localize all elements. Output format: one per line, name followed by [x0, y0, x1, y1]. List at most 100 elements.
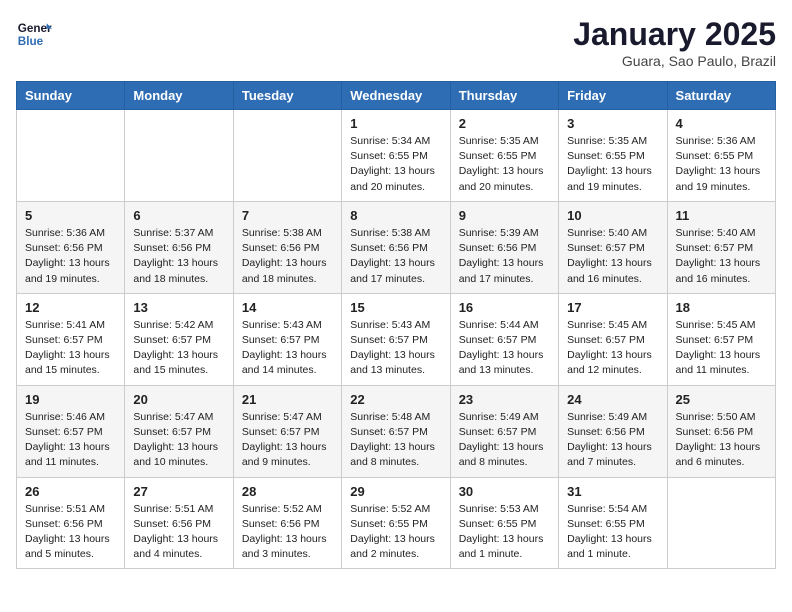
calendar-cell: 30 Sunrise: 5:53 AM Sunset: 6:55 PM Dayli…: [450, 477, 558, 569]
day-info: Sunrise: 5:46 AM Sunset: 6:57 PM Dayligh…: [25, 410, 116, 471]
page-header: General Blue General Blue January 2025 G…: [16, 16, 776, 69]
calendar-cell: 4 Sunrise: 5:36 AM Sunset: 6:55 PM Daylig…: [667, 110, 775, 202]
day-info: Sunrise: 5:36 AM Sunset: 6:56 PM Dayligh…: [25, 226, 116, 287]
day-info: Sunrise: 5:47 AM Sunset: 6:57 PM Dayligh…: [133, 410, 224, 471]
calendar-cell: 26 Sunrise: 5:51 AM Sunset: 6:56 PM Dayli…: [17, 477, 125, 569]
calendar-week-row: 26 Sunrise: 5:51 AM Sunset: 6:56 PM Dayli…: [17, 477, 776, 569]
day-info: Sunrise: 5:40 AM Sunset: 6:57 PM Dayligh…: [567, 226, 658, 287]
day-info: Sunrise: 5:52 AM Sunset: 6:56 PM Dayligh…: [242, 502, 333, 563]
calendar-cell: 24 Sunrise: 5:49 AM Sunset: 6:56 PM Dayli…: [559, 385, 667, 477]
day-number: 9: [459, 208, 550, 223]
calendar-cell: [125, 110, 233, 202]
day-number: 23: [459, 392, 550, 407]
day-info: Sunrise: 5:51 AM Sunset: 6:56 PM Dayligh…: [25, 502, 116, 563]
day-number: 29: [350, 484, 441, 499]
weekday-header: Wednesday: [342, 82, 450, 110]
day-info: Sunrise: 5:54 AM Sunset: 6:55 PM Dayligh…: [567, 502, 658, 563]
day-number: 21: [242, 392, 333, 407]
day-number: 30: [459, 484, 550, 499]
svg-text:Blue: Blue: [18, 35, 44, 48]
calendar-cell: 9Sunrise: 5:39 AM Sunset: 6:56 PM Daylig…: [450, 201, 558, 293]
day-info: Sunrise: 5:49 AM Sunset: 6:56 PM Dayligh…: [567, 410, 658, 471]
calendar: SundayMondayTuesdayWednesdayThursdayFrid…: [16, 81, 776, 569]
calendar-cell: 2 Sunrise: 5:35 AM Sunset: 6:55 PM Daylig…: [450, 110, 558, 202]
day-number: 15: [350, 300, 441, 315]
calendar-cell: 15 Sunrise: 5:43 AM Sunset: 6:57 PM Dayli…: [342, 293, 450, 385]
day-number: 7: [242, 208, 333, 223]
calendar-cell: 28 Sunrise: 5:52 AM Sunset: 6:56 PM Dayli…: [233, 477, 341, 569]
day-info: Sunrise: 5:43 AM Sunset: 6:57 PM Dayligh…: [350, 318, 441, 379]
calendar-cell: [233, 110, 341, 202]
day-number: 22: [350, 392, 441, 407]
day-info: Sunrise: 5:47 AM Sunset: 6:57 PM Dayligh…: [242, 410, 333, 471]
day-number: 28: [242, 484, 333, 499]
day-number: 8: [350, 208, 441, 223]
weekday-header: Thursday: [450, 82, 558, 110]
day-info: Sunrise: 5:38 AM Sunset: 6:56 PM Dayligh…: [242, 226, 333, 287]
day-number: 25: [676, 392, 767, 407]
day-info: Sunrise: 5:51 AM Sunset: 6:56 PM Dayligh…: [133, 502, 224, 563]
weekday-header: Monday: [125, 82, 233, 110]
calendar-cell: 20Sunrise: 5:47 AM Sunset: 6:57 PM Dayli…: [125, 385, 233, 477]
day-number: 5: [25, 208, 116, 223]
day-info: Sunrise: 5:37 AM Sunset: 6:56 PM Dayligh…: [133, 226, 224, 287]
weekday-header: Sunday: [17, 82, 125, 110]
day-number: 13: [133, 300, 224, 315]
calendar-cell: 12Sunrise: 5:41 AM Sunset: 6:57 PM Dayli…: [17, 293, 125, 385]
day-info: Sunrise: 5:45 AM Sunset: 6:57 PM Dayligh…: [676, 318, 767, 379]
day-number: 26: [25, 484, 116, 499]
day-number: 1: [350, 116, 441, 131]
calendar-cell: 25Sunrise: 5:50 AM Sunset: 6:56 PM Dayli…: [667, 385, 775, 477]
calendar-cell: 29Sunrise: 5:52 AM Sunset: 6:55 PM Dayli…: [342, 477, 450, 569]
calendar-cell: 10 Sunrise: 5:40 AM Sunset: 6:57 PM Dayli…: [559, 201, 667, 293]
day-number: 2: [459, 116, 550, 131]
calendar-week-row: 19 Sunrise: 5:46 AM Sunset: 6:57 PM Dayli…: [17, 385, 776, 477]
day-info: Sunrise: 5:40 AM Sunset: 6:57 PM Dayligh…: [676, 226, 767, 287]
calendar-cell: 16Sunrise: 5:44 AM Sunset: 6:57 PM Dayli…: [450, 293, 558, 385]
calendar-cell: 1 Sunrise: 5:34 AM Sunset: 6:55 PM Daylig…: [342, 110, 450, 202]
calendar-cell: 6Sunrise: 5:37 AM Sunset: 6:56 PM Daylig…: [125, 201, 233, 293]
day-info: Sunrise: 5:34 AM Sunset: 6:55 PM Dayligh…: [350, 134, 441, 195]
day-number: 24: [567, 392, 658, 407]
calendar-cell: 11 Sunrise: 5:40 AM Sunset: 6:57 PM Dayli…: [667, 201, 775, 293]
day-info: Sunrise: 5:36 AM Sunset: 6:55 PM Dayligh…: [676, 134, 767, 195]
day-info: Sunrise: 5:45 AM Sunset: 6:57 PM Dayligh…: [567, 318, 658, 379]
day-number: 4: [676, 116, 767, 131]
day-info: Sunrise: 5:38 AM Sunset: 6:56 PM Dayligh…: [350, 226, 441, 287]
calendar-cell: 18Sunrise: 5:45 AM Sunset: 6:57 PM Dayli…: [667, 293, 775, 385]
day-info: Sunrise: 5:35 AM Sunset: 6:55 PM Dayligh…: [459, 134, 550, 195]
calendar-week-row: 5 Sunrise: 5:36 AM Sunset: 6:56 PM Daylig…: [17, 201, 776, 293]
calendar-cell: 19 Sunrise: 5:46 AM Sunset: 6:57 PM Dayli…: [17, 385, 125, 477]
month-title: January 2025: [573, 16, 776, 53]
day-number: 14: [242, 300, 333, 315]
day-number: 11: [676, 208, 767, 223]
day-number: 17: [567, 300, 658, 315]
location: Guara, Sao Paulo, Brazil: [573, 53, 776, 69]
logo-icon: General Blue: [16, 16, 52, 52]
day-info: Sunrise: 5:42 AM Sunset: 6:57 PM Dayligh…: [133, 318, 224, 379]
day-number: 31: [567, 484, 658, 499]
weekday-header-row: SundayMondayTuesdayWednesdayThursdayFrid…: [17, 82, 776, 110]
day-info: Sunrise: 5:44 AM Sunset: 6:57 PM Dayligh…: [459, 318, 550, 379]
calendar-cell: 27 Sunrise: 5:51 AM Sunset: 6:56 PM Dayli…: [125, 477, 233, 569]
calendar-cell: 8 Sunrise: 5:38 AM Sunset: 6:56 PM Daylig…: [342, 201, 450, 293]
day-info: Sunrise: 5:43 AM Sunset: 6:57 PM Dayligh…: [242, 318, 333, 379]
calendar-cell: 3Sunrise: 5:35 AM Sunset: 6:55 PM Daylig…: [559, 110, 667, 202]
calendar-week-row: 1 Sunrise: 5:34 AM Sunset: 6:55 PM Daylig…: [17, 110, 776, 202]
day-number: 19: [25, 392, 116, 407]
calendar-cell: [17, 110, 125, 202]
calendar-cell: 7 Sunrise: 5:38 AM Sunset: 6:56 PM Daylig…: [233, 201, 341, 293]
calendar-cell: 23 Sunrise: 5:49 AM Sunset: 6:57 PM Dayli…: [450, 385, 558, 477]
day-info: Sunrise: 5:49 AM Sunset: 6:57 PM Dayligh…: [459, 410, 550, 471]
day-number: 27: [133, 484, 224, 499]
calendar-cell: [667, 477, 775, 569]
weekday-header: Friday: [559, 82, 667, 110]
day-number: 12: [25, 300, 116, 315]
weekday-header: Tuesday: [233, 82, 341, 110]
calendar-cell: 31 Sunrise: 5:54 AM Sunset: 6:55 PM Dayli…: [559, 477, 667, 569]
calendar-week-row: 12Sunrise: 5:41 AM Sunset: 6:57 PM Dayli…: [17, 293, 776, 385]
title-block: January 2025 Guara, Sao Paulo, Brazil: [573, 16, 776, 69]
day-number: 3: [567, 116, 658, 131]
day-info: Sunrise: 5:53 AM Sunset: 6:55 PM Dayligh…: [459, 502, 550, 563]
day-number: 10: [567, 208, 658, 223]
